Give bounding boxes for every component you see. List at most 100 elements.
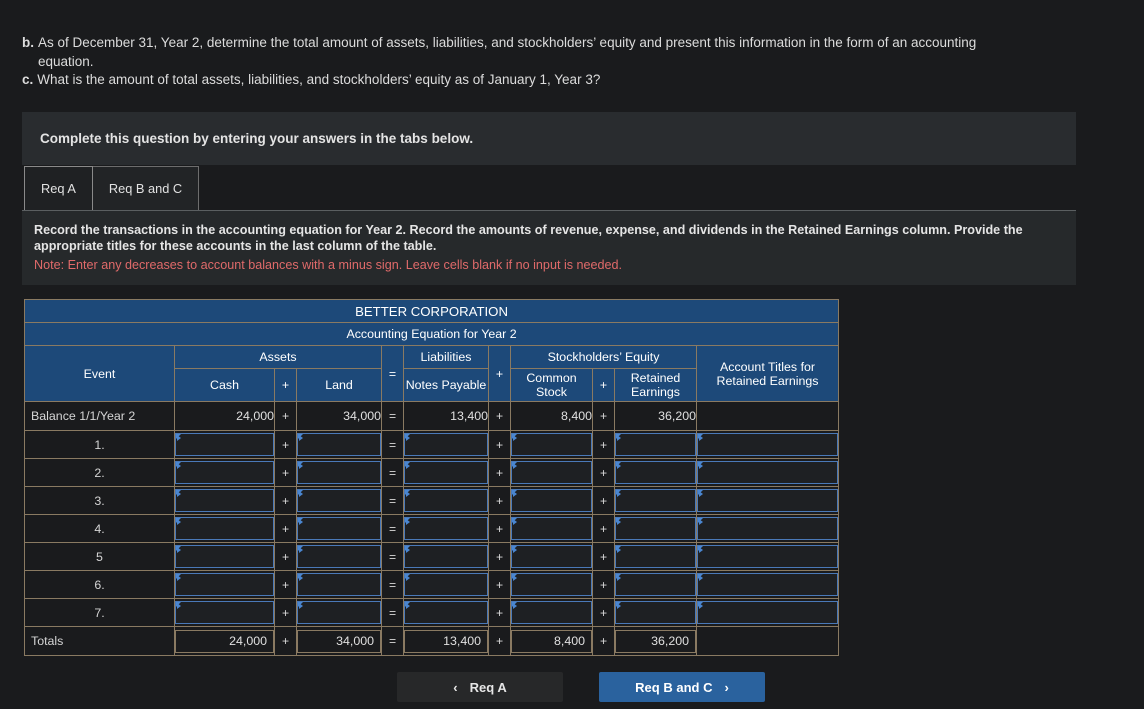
input-cash[interactable] [174, 570, 275, 599]
input-account-title-field[interactable] [697, 489, 839, 512]
input-cash[interactable] [174, 430, 275, 459]
input-land[interactable] [296, 542, 382, 571]
input-common-stock[interactable] [510, 458, 593, 487]
input-notes-payable-field[interactable] [404, 433, 488, 456]
input-cash[interactable] [174, 514, 275, 543]
input-account-title-field[interactable] [697, 573, 839, 596]
input-account-title[interactable] [695, 486, 840, 515]
input-common-stock-field[interactable] [511, 489, 592, 512]
row-operator-plus-se: + [488, 570, 511, 599]
input-cash[interactable] [174, 598, 275, 627]
input-cash[interactable] [174, 542, 275, 571]
input-notes-payable[interactable] [403, 570, 489, 599]
input-retained-earnings[interactable] [614, 430, 697, 459]
input-common-stock-field[interactable] [511, 601, 592, 624]
input-land-field[interactable] [297, 601, 381, 624]
balance-cash: 24,000 [174, 401, 275, 431]
input-retained-earnings-field[interactable] [615, 573, 696, 596]
input-retained-earnings-field[interactable] [615, 545, 696, 568]
input-common-stock[interactable] [510, 570, 593, 599]
input-land-field[interactable] [297, 433, 381, 456]
next-req-b-and-c-button[interactable]: Req B and C › [599, 672, 765, 702]
table-row: 3. + = + + [24, 486, 840, 515]
input-notes-payable-field[interactable] [404, 601, 488, 624]
input-notes-payable[interactable] [403, 542, 489, 571]
input-notes-payable[interactable] [403, 598, 489, 627]
input-common-stock[interactable] [510, 430, 593, 459]
input-land[interactable] [296, 486, 382, 515]
input-account-title[interactable] [695, 430, 840, 459]
input-account-title-field[interactable] [697, 545, 839, 568]
input-notes-payable[interactable] [403, 486, 489, 515]
input-retained-earnings[interactable] [614, 486, 697, 515]
input-common-stock[interactable] [510, 598, 593, 627]
input-land[interactable] [296, 514, 382, 543]
input-land[interactable] [296, 570, 382, 599]
input-account-title[interactable] [695, 542, 840, 571]
input-notes-payable[interactable] [403, 430, 489, 459]
input-land-field[interactable] [297, 489, 381, 512]
input-land-field[interactable] [297, 461, 381, 484]
input-cash-field[interactable] [175, 461, 274, 484]
input-notes-payable-field[interactable] [404, 573, 488, 596]
input-common-stock[interactable] [510, 514, 593, 543]
input-account-title[interactable] [695, 458, 840, 487]
input-land-field[interactable] [297, 517, 381, 540]
prompt-line-b: b. As of December 31, Year 2, determine … [22, 34, 1022, 71]
input-cash-field[interactable] [175, 601, 274, 624]
input-common-stock-field[interactable] [511, 545, 592, 568]
prompt-text-b: As of December 31, Year 2, determine the… [38, 35, 977, 69]
input-notes-payable-field[interactable] [404, 545, 488, 568]
input-account-title-field[interactable] [697, 517, 839, 540]
input-common-stock-field[interactable] [511, 517, 592, 540]
input-land[interactable] [296, 430, 382, 459]
input-common-stock-field[interactable] [511, 433, 592, 456]
input-cash-field[interactable] [175, 545, 274, 568]
input-land[interactable] [296, 458, 382, 487]
tab-req-b-and-c[interactable]: Req B and C [92, 165, 200, 210]
navigation-bar: ‹ Req A Req B and C › [0, 672, 1144, 702]
input-land-field[interactable] [297, 545, 381, 568]
instructions-note-text: Note: Enter any decreases to account bal… [34, 257, 623, 272]
input-notes-payable-field[interactable] [404, 489, 488, 512]
input-common-stock-field[interactable] [511, 461, 592, 484]
input-notes-payable-field[interactable] [404, 517, 488, 540]
input-common-stock-field[interactable] [511, 573, 592, 596]
input-cash-field[interactable] [175, 489, 274, 512]
balance-common-stock: 8,400 [510, 401, 593, 431]
input-account-title[interactable] [695, 570, 840, 599]
input-account-title[interactable] [695, 514, 840, 543]
input-cash-field[interactable] [175, 517, 274, 540]
input-land[interactable] [296, 598, 382, 627]
input-retained-earnings[interactable] [614, 514, 697, 543]
input-cash[interactable] [174, 486, 275, 515]
input-account-title-field[interactable] [697, 601, 839, 624]
input-account-title[interactable] [695, 598, 840, 627]
input-notes-payable-field[interactable] [404, 461, 488, 484]
input-land-field[interactable] [297, 573, 381, 596]
input-account-title-field[interactable] [697, 461, 839, 484]
input-retained-earnings[interactable] [614, 570, 697, 599]
input-retained-earnings[interactable] [614, 598, 697, 627]
input-retained-earnings[interactable] [614, 542, 697, 571]
input-account-title-field[interactable] [697, 433, 839, 456]
input-retained-earnings-field[interactable] [615, 461, 696, 484]
input-common-stock[interactable] [510, 486, 593, 515]
totals-common-stock: 8,400 [510, 626, 593, 656]
header-operator-plus-re: + [592, 368, 615, 402]
input-common-stock[interactable] [510, 542, 593, 571]
table-title-row: BETTER CORPORATION [23, 299, 840, 323]
input-cash-field[interactable] [175, 433, 274, 456]
input-notes-payable[interactable] [403, 514, 489, 543]
tab-req-a[interactable]: Req A [24, 165, 93, 210]
input-retained-earnings-field[interactable] [615, 517, 696, 540]
prev-req-a-button[interactable]: ‹ Req A [397, 672, 563, 702]
input-retained-earnings-field[interactable] [615, 433, 696, 456]
totals-operator-plus-se: + [488, 626, 511, 656]
input-retained-earnings-field[interactable] [615, 601, 696, 624]
input-cash-field[interactable] [175, 573, 274, 596]
input-notes-payable[interactable] [403, 458, 489, 487]
input-cash[interactable] [174, 458, 275, 487]
input-retained-earnings[interactable] [614, 458, 697, 487]
input-retained-earnings-field[interactable] [615, 489, 696, 512]
